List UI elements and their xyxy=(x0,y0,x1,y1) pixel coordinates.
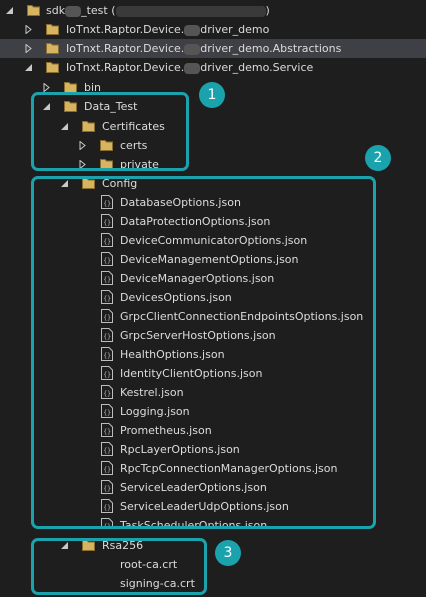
callout-badge-1: 1 xyxy=(199,82,225,108)
callout-badge-2: 2 xyxy=(365,145,391,171)
callout-box-1 xyxy=(31,92,189,171)
callout-badge-3: 3 xyxy=(215,540,241,566)
callout-box-2 xyxy=(31,176,376,529)
callout-box-3 xyxy=(31,538,207,595)
